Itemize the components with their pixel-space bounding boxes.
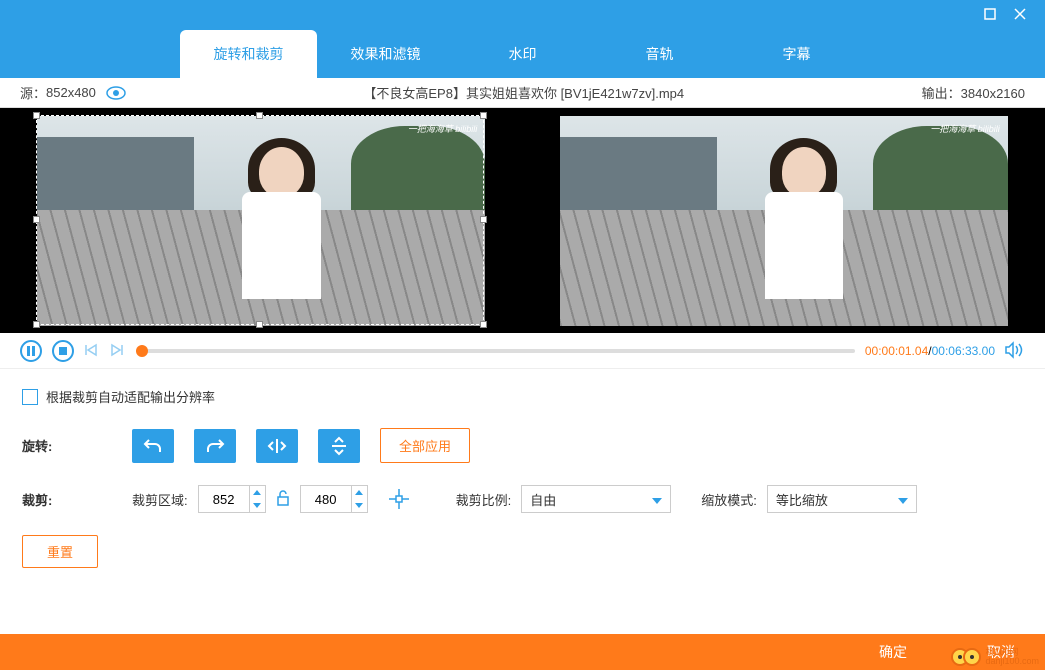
chevron-down-icon — [652, 492, 662, 507]
stop-button[interactable] — [52, 340, 74, 362]
crop-label: 裁剪: — [22, 490, 132, 509]
crop-area-label: 裁剪区域: — [132, 490, 188, 509]
auto-fit-label: 根据裁剪自动适配输出分辨率 — [46, 387, 215, 406]
tab-audio[interactable]: 音轨 — [591, 30, 728, 78]
crop-width-input[interactable] — [199, 492, 249, 507]
titlebar — [0, 0, 1045, 28]
video-watermark-out: 一把海海草 bilibili — [930, 122, 1000, 135]
lock-aspect-button[interactable] — [276, 490, 290, 509]
chevron-down-icon — [898, 492, 908, 507]
maximize-button[interactable] — [975, 3, 1005, 25]
brand-badge: 机100网danji100.com — [951, 648, 1039, 666]
rotate-right-button[interactable] — [194, 429, 236, 463]
progress-bar[interactable] — [136, 349, 855, 353]
apply-all-button[interactable]: 全部应用 — [380, 428, 470, 463]
footer-bar: 确定 取消 机100网danji100.com — [0, 634, 1045, 670]
close-button[interactable] — [1005, 3, 1035, 25]
info-bar: 源： 852x480 【不良女高EP8】其实姐姐喜欢你 [BV1jE421w7z… — [0, 78, 1045, 108]
tab-effects[interactable]: 效果和滤镜 — [317, 30, 454, 78]
width-up-icon[interactable] — [250, 486, 265, 499]
flip-horizontal-button[interactable] — [256, 429, 298, 463]
crop-ratio-select[interactable]: 自由 — [521, 485, 671, 513]
zoom-mode-select[interactable]: 等比缩放 — [767, 485, 917, 513]
filename: 【不良女高EP8】其实姐姐喜欢你 [BV1jE421w7zv].mp4 — [126, 83, 922, 102]
tab-subtitle[interactable]: 字幕 — [728, 30, 865, 78]
height-down-icon[interactable] — [352, 499, 367, 512]
progress-thumb[interactable] — [136, 345, 148, 357]
tab-bar: 旋转和裁剪 效果和滤镜 水印 音轨 字幕 — [0, 28, 1045, 78]
total-time: 00:06:33.00 — [932, 344, 995, 358]
volume-button[interactable] — [1005, 341, 1025, 361]
brand-text-2: danji100.com — [985, 657, 1039, 666]
output-info: 输出：3840x2160 — [922, 83, 1025, 102]
rotate-left-button[interactable] — [132, 429, 174, 463]
reset-button[interactable]: 重置 — [22, 535, 98, 568]
zoom-mode-label: 缩放模式: — [701, 490, 757, 509]
source-resolution: 852x480 — [46, 85, 96, 100]
source-label: 源： — [20, 83, 46, 102]
rotate-label: 旋转: — [22, 436, 132, 455]
ok-button[interactable]: 确定 — [879, 642, 907, 662]
current-time: 00:00:01.04 — [865, 344, 928, 358]
height-up-icon[interactable] — [352, 486, 367, 499]
tab-rotate-crop[interactable]: 旋转和裁剪 — [180, 30, 317, 78]
output-label: 输出： — [922, 86, 961, 101]
output-preview: 一把海海草 bilibili — [523, 108, 1045, 333]
playback-bar: 00:00:01.04/00:06:33.00 — [0, 333, 1045, 369]
auto-fit-checkbox[interactable] — [22, 389, 38, 405]
controls-panel: 根据裁剪自动适配输出分辨率 旋转: 全部应用 裁剪: 裁剪区域: — [0, 369, 1045, 608]
zoom-mode-value: 等比缩放 — [776, 490, 828, 509]
eye-icon[interactable] — [106, 86, 126, 100]
crop-height-spinner[interactable] — [300, 485, 368, 513]
prev-frame-button[interactable] — [84, 343, 100, 359]
center-crop-button[interactable] — [382, 485, 416, 513]
flip-vertical-button[interactable] — [318, 429, 360, 463]
crop-ratio-label: 裁剪比例: — [456, 490, 512, 509]
crop-width-spinner[interactable] — [198, 485, 266, 513]
tab-watermark[interactable]: 水印 — [454, 30, 591, 78]
width-down-icon[interactable] — [250, 499, 265, 512]
preview-row: 一把海海草 bilibili 一把海海草 bilibili — [0, 108, 1045, 333]
pause-button[interactable] — [20, 340, 42, 362]
time-display: 00:00:01.04/00:06:33.00 — [865, 344, 995, 358]
crop-ratio-value: 自由 — [530, 490, 556, 509]
output-resolution: 3840x2160 — [961, 86, 1025, 101]
next-frame-button[interactable] — [110, 343, 126, 359]
source-preview[interactable]: 一把海海草 bilibili — [0, 108, 523, 333]
crop-height-input[interactable] — [301, 492, 351, 507]
video-watermark: 一把海海草 bilibili — [408, 122, 478, 135]
